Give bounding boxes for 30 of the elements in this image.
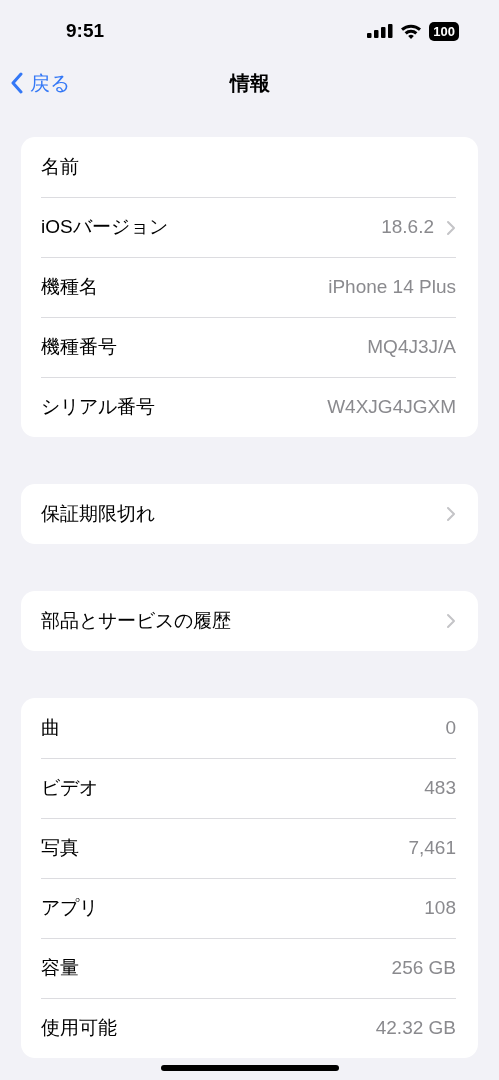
row-label: シリアル番号: [41, 395, 156, 420]
row-value: 42.32 GB: [375, 1016, 456, 1041]
row-label: アプリ: [41, 896, 99, 921]
row-label: 機種名: [41, 275, 99, 300]
row-label: 名前: [41, 154, 80, 179]
row-value: 256 GB: [391, 956, 456, 981]
back-button[interactable]: 戻る: [10, 60, 70, 106]
page-title: 情報: [229, 71, 270, 96]
row-value: MQ4J3J/A: [367, 335, 456, 360]
row-value: 483: [424, 776, 456, 801]
signal-icon: [367, 24, 394, 38]
row-label: 容量: [41, 956, 80, 981]
row-label: ビデオ: [41, 776, 99, 801]
battery-level: 100: [429, 21, 459, 41]
row-label: 使用可能: [41, 1016, 118, 1041]
row-value: 7,461: [408, 836, 456, 861]
wifi-icon: [400, 23, 423, 39]
row-label: 保証期限切れ: [41, 501, 156, 526]
row-label: iOSバージョン: [41, 215, 169, 240]
row-label: 部品とサービスの履歴: [41, 608, 232, 633]
row-label: 機種番号: [41, 335, 118, 360]
back-chevron-icon: [10, 72, 24, 94]
row-value: W4XJG4JGXM: [327, 395, 456, 420]
row-label: 曲: [41, 715, 61, 740]
row-value: 108: [424, 896, 456, 921]
row-label: 写真: [41, 836, 80, 861]
row-value: 18.6.2: [381, 215, 434, 240]
status-time: 9:51: [66, 18, 105, 43]
row-value: iPhone 14 Plus: [328, 275, 456, 300]
row-value: 0: [445, 715, 456, 740]
